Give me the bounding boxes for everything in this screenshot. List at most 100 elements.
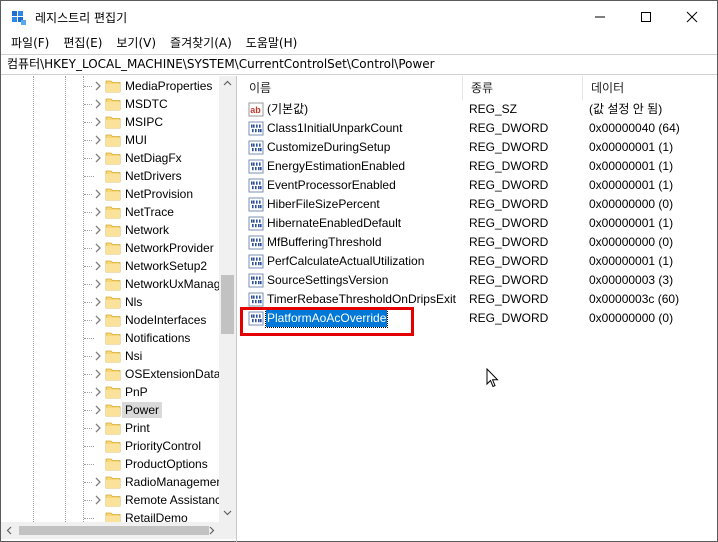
- column-header-data[interactable]: 데이터: [583, 76, 717, 100]
- menu-bar: 파일(F) 편집(E) 보기(V) 즐겨찾기(A) 도움말(H): [1, 33, 717, 54]
- expand-chevron-icon[interactable]: [93, 297, 103, 307]
- tree-connector-line: [84, 518, 94, 519]
- tree-item[interactable]: Nls: [1, 293, 219, 311]
- value-name: (기본값): [267, 102, 309, 116]
- scroll-left-icon[interactable]: [6, 526, 12, 535]
- tree-item[interactable]: Power: [1, 401, 219, 419]
- minimize-icon: [595, 16, 605, 18]
- tree-item-label: MSIPC: [125, 115, 164, 129]
- minimize-button[interactable]: [577, 1, 623, 33]
- tree-vertical-scroll-thumb[interactable]: [221, 275, 234, 334]
- close-button[interactable]: [669, 1, 715, 33]
- value-row[interactable]: PerfCalculateActualUtilization REG_DWORD 0…: [241, 252, 717, 271]
- tree-item[interactable]: PnP: [1, 383, 219, 401]
- tree-item[interactable]: Notifications: [1, 329, 219, 347]
- tree-item[interactable]: ProductOptions: [1, 455, 219, 473]
- tree-item[interactable]: MUI: [1, 131, 219, 149]
- expand-chevron-icon[interactable]: [93, 369, 103, 379]
- tree-item[interactable]: NetDiagFx: [1, 149, 219, 167]
- column-header-type[interactable]: 종류: [463, 76, 583, 100]
- value-row[interactable]: CustomizeDuringSetup REG_DWORD 0x00000001 …: [241, 138, 717, 157]
- binary-value-icon: [248, 273, 264, 288]
- value-row[interactable]: MfBufferingThreshold REG_DWORD 0x00000000 …: [241, 233, 717, 252]
- value-row[interactable]: HibernateEnabledDefault REG_DWORD 0x000000…: [241, 214, 717, 233]
- expand-chevron-icon[interactable]: [93, 423, 103, 433]
- tree-item[interactable]: Remote Assistanc: [1, 491, 219, 509]
- expand-chevron-icon[interactable]: [93, 117, 103, 127]
- tree-item[interactable]: NetTrace: [1, 203, 219, 221]
- expand-chevron-icon[interactable]: [93, 477, 103, 487]
- expand-chevron-icon[interactable]: [93, 405, 103, 415]
- tree-item-label: OSExtensionData: [125, 367, 219, 381]
- menu-file[interactable]: 파일(F): [4, 34, 56, 53]
- tree-item[interactable]: RadioManagemer: [1, 473, 219, 491]
- expand-chevron-icon[interactable]: [93, 315, 103, 325]
- value-type: REG_DWORD: [469, 121, 549, 135]
- tree-item[interactable]: Network: [1, 221, 219, 239]
- tree-horizontal-scrollbar[interactable]: [1, 522, 219, 539]
- tree-item[interactable]: OSExtensionData: [1, 365, 219, 383]
- expand-chevron-icon[interactable]: [93, 387, 103, 397]
- tree-item-label: Nls: [125, 295, 143, 309]
- value-row[interactable]: Class1InitialUnparkCount REG_DWORD 0x00000…: [241, 119, 717, 138]
- expand-chevron-icon[interactable]: [93, 207, 103, 217]
- tree-item[interactable]: MediaProperties: [1, 77, 219, 95]
- expand-chevron-icon[interactable]: [93, 81, 103, 91]
- expand-chevron-icon[interactable]: [93, 153, 103, 163]
- tree-item-label: NodeInterfaces: [125, 313, 207, 327]
- tree-vertical-scrollbar[interactable]: [219, 76, 236, 522]
- tree-item[interactable]: NetProvision: [1, 185, 219, 203]
- expand-chevron-icon[interactable]: [93, 189, 103, 199]
- value-row[interactable]: HiberFileSizePercent REG_DWORD 0x00000000 …: [241, 195, 717, 214]
- tree-item-label: NetDrivers: [125, 169, 182, 183]
- value-row[interactable]: EventProcessorEnabled REG_DWORD 0x00000001…: [241, 176, 717, 195]
- tree-horizontal-scroll-thumb[interactable]: [19, 526, 209, 535]
- tree-item[interactable]: NodeInterfaces: [1, 311, 219, 329]
- tree-item[interactable]: PriorityControl: [1, 437, 219, 455]
- tree-item[interactable]: Print: [1, 419, 219, 437]
- tree-item-label: MediaProperties: [125, 79, 213, 93]
- scroll-right-icon[interactable]: [209, 526, 215, 535]
- mouse-cursor-icon: [486, 368, 499, 388]
- column-header-name[interactable]: 이름: [241, 76, 463, 100]
- tree-item[interactable]: Nsi: [1, 347, 219, 365]
- folder-icon: [105, 116, 121, 129]
- binary-value-icon: [248, 292, 264, 307]
- expand-chevron-icon[interactable]: [93, 261, 103, 271]
- address-bar[interactable]: 컴퓨터\HKEY_LOCAL_MACHINE\SYSTEM\CurrentCon…: [1, 54, 717, 75]
- maximize-button[interactable]: [623, 1, 669, 33]
- menu-view[interactable]: 보기(V): [109, 34, 163, 53]
- menu-help[interactable]: 도움말(H): [239, 34, 305, 53]
- expand-chevron-icon[interactable]: [93, 225, 103, 235]
- value-data: 0x0000003c (60): [589, 292, 680, 306]
- menu-edit[interactable]: 편집(E): [56, 34, 109, 53]
- value-row[interactable]: SourceSettingsVersion REG_DWORD 0x00000003…: [241, 271, 717, 290]
- binary-value-icon: [248, 140, 264, 155]
- value-data: 0x00000040 (64): [589, 121, 680, 135]
- tree-item[interactable]: MSIPC: [1, 113, 219, 131]
- expand-chevron-icon[interactable]: [93, 135, 103, 145]
- tree-item[interactable]: MSDTC: [1, 95, 219, 113]
- value-row[interactable]: EnergyEstimationEnabled REG_DWORD 0x000000…: [241, 157, 717, 176]
- tree-item[interactable]: NetDrivers: [1, 167, 219, 185]
- tree-item-label: Power: [122, 402, 163, 418]
- scroll-up-icon[interactable]: [223, 80, 232, 86]
- menu-favorites[interactable]: 즐겨찾기(A): [163, 34, 239, 53]
- tree-item[interactable]: NetworkSetup2: [1, 257, 219, 275]
- string-value-icon: ab: [248, 102, 264, 117]
- expand-chevron-icon[interactable]: [93, 279, 103, 289]
- binary-value-icon: [248, 121, 264, 136]
- tree-item[interactable]: NetworkUxManag: [1, 275, 219, 293]
- folder-icon: [105, 188, 121, 201]
- title-bar: 레지스트리 편집기: [1, 1, 717, 33]
- expand-chevron-icon[interactable]: [93, 99, 103, 109]
- value-type: REG_DWORD: [469, 292, 549, 306]
- value-name: HiberFileSizePercent: [267, 197, 380, 211]
- tree-item[interactable]: NetworkProvider: [1, 239, 219, 257]
- expand-chevron-icon[interactable]: [93, 243, 103, 253]
- tree-item[interactable]: RetailDemo: [1, 509, 219, 522]
- value-row[interactable]: ab (기본값) REG_SZ (값 설정 안 됨): [241, 100, 717, 119]
- expand-chevron-icon[interactable]: [93, 495, 103, 505]
- scroll-down-icon[interactable]: [223, 510, 232, 516]
- expand-chevron-icon[interactable]: [93, 351, 103, 361]
